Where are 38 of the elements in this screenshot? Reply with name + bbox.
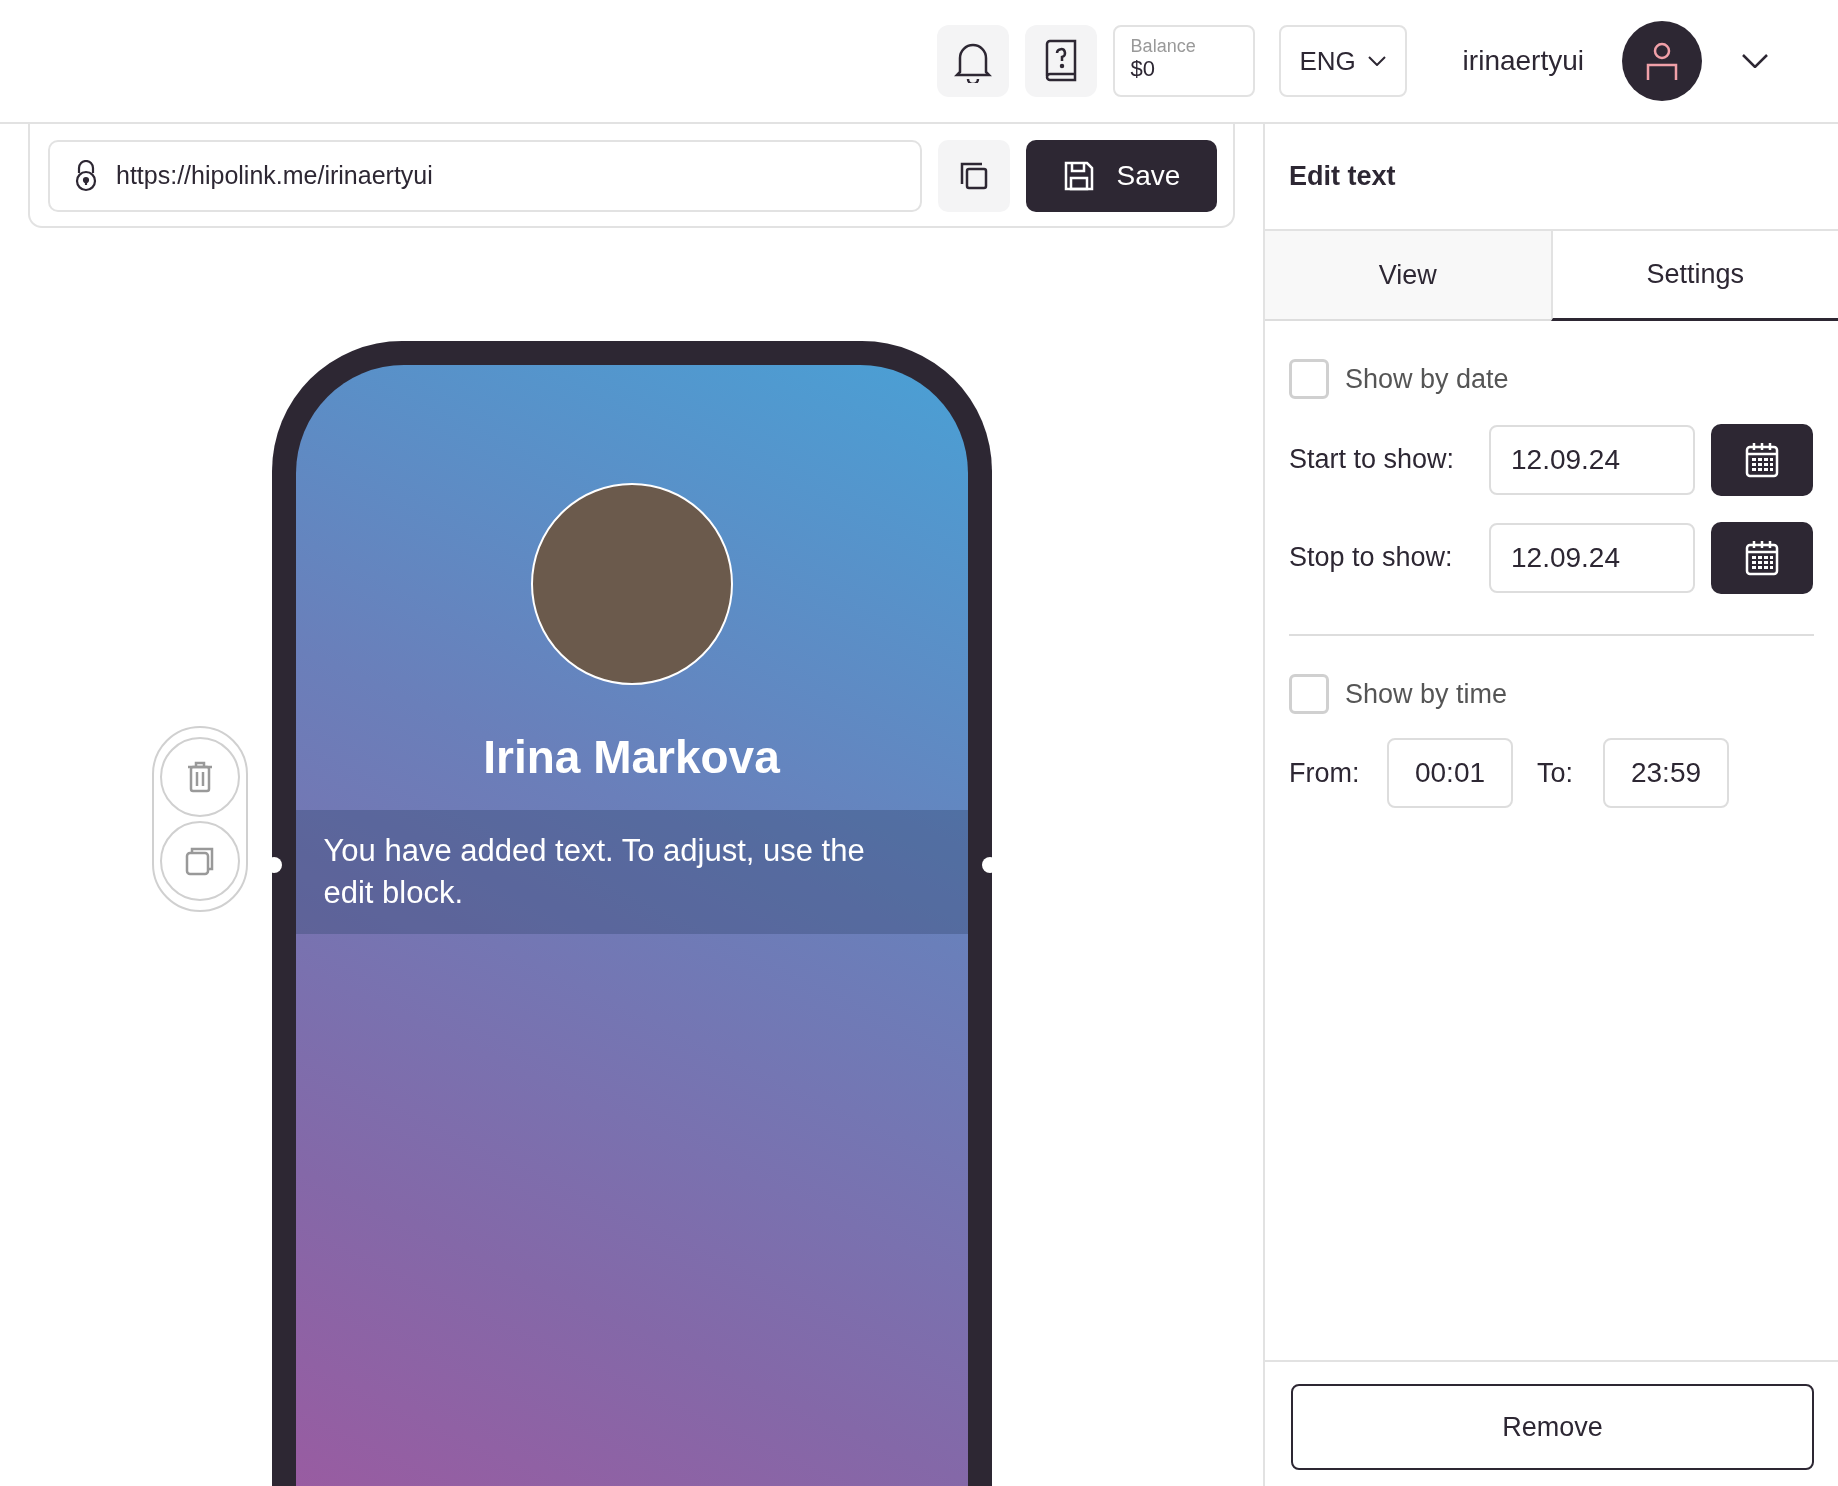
checkbox[interactable]	[1289, 359, 1329, 400]
field-label: To:	[1537, 756, 1575, 790]
calendar-icon	[1744, 440, 1780, 479]
username: irinaertyui	[1462, 44, 1584, 78]
text-block[interactable]: You have added text. To adjust, use the edit block.	[295, 810, 968, 934]
calendar-icon	[1744, 538, 1780, 577]
duplicate-button[interactable]	[159, 821, 240, 901]
calendar-button[interactable]	[1711, 423, 1813, 496]
chevron-down-icon	[1367, 56, 1386, 66]
calendar-button[interactable]	[1711, 521, 1813, 594]
field-label: Stop to show:	[1289, 541, 1454, 575]
profile-name: Irina Markova	[483, 730, 780, 785]
chevron-down-icon[interactable]	[1742, 54, 1768, 68]
balance-label: Balance	[1130, 37, 1197, 57]
help-button[interactable]	[1024, 25, 1097, 97]
copy-icon	[958, 160, 990, 192]
field-label: Start to show:	[1289, 443, 1456, 477]
checkbox-label: Show by date	[1345, 363, 1509, 396]
date-field[interactable]: 12.09.24	[1489, 424, 1695, 495]
lock-icon	[74, 160, 98, 192]
copy-icon	[183, 845, 216, 877]
time-field[interactable]: 00:01	[1387, 738, 1513, 808]
balance-value: $0	[1130, 56, 1157, 81]
remove-button[interactable]: Remove	[1291, 1384, 1814, 1470]
checkbox-label: Show by time	[1345, 677, 1508, 711]
field-label: From:	[1289, 756, 1361, 790]
tab[interactable]: View	[1265, 231, 1551, 321]
url-field[interactable]: https://hipolink.me/irinaertyui	[48, 140, 922, 212]
notifications-button[interactable]	[936, 25, 1009, 97]
copy-button[interactable]	[938, 140, 1010, 212]
time-field[interactable]: 23:59	[1603, 738, 1729, 808]
save-button[interactable]: Save	[1026, 140, 1217, 212]
trash-icon	[185, 761, 214, 793]
language-dropdown[interactable]: ENG	[1278, 25, 1407, 97]
date-field[interactable]: 12.09.24	[1489, 522, 1695, 593]
checkbox[interactable]	[1289, 673, 1329, 714]
delete-button[interactable]	[159, 737, 240, 817]
tab[interactable]: Settings	[1550, 231, 1838, 321]
